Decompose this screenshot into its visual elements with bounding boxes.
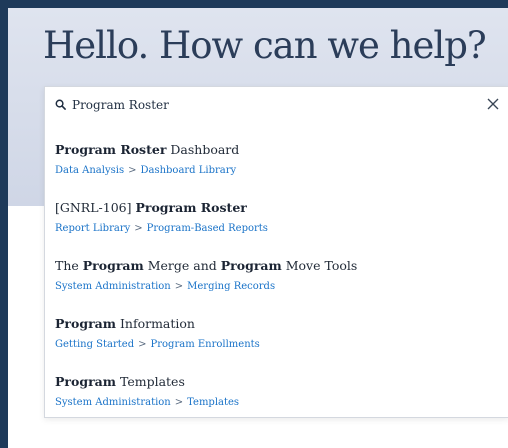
breadcrumb-link[interactable]: Program-Based Reports bbox=[147, 223, 268, 234]
result-title-text: [GNRL-106] bbox=[55, 200, 136, 215]
result-breadcrumb: System Administration > Templates bbox=[55, 397, 498, 408]
result-title[interactable]: [GNRL-106] Program Roster bbox=[55, 199, 498, 217]
search-result-item[interactable]: Program Templates System Administration > T… bbox=[55, 373, 498, 431]
search-result-item[interactable]: The Program Merge and Program Move Tools… bbox=[55, 257, 498, 315]
close-icon[interactable] bbox=[486, 97, 500, 111]
page-title: Hello. How can we help? bbox=[43, 24, 487, 67]
search-result-item[interactable]: [GNRL-106] Program Roster Report Library >… bbox=[55, 199, 498, 257]
page-frame: Hello. How can we help? Program Roster D… bbox=[8, 8, 508, 448]
result-breadcrumb: Getting Started > Program Enrollments bbox=[55, 339, 498, 350]
result-title-text: Templates bbox=[115, 374, 185, 389]
result-title-text: The bbox=[55, 258, 83, 273]
result-title[interactable]: Program Templates bbox=[55, 373, 498, 391]
breadcrumb-link[interactable]: Report Library bbox=[55, 223, 130, 234]
result-title[interactable]: Program Information bbox=[55, 315, 498, 333]
breadcrumb-separator: > bbox=[138, 339, 147, 350]
breadcrumb-separator: > bbox=[174, 281, 184, 292]
result-title-text: Merge and bbox=[143, 258, 221, 273]
search-results-list: Program Roster Dashboard Data Analysis > Da… bbox=[55, 141, 498, 431]
result-title[interactable]: Program Roster Dashboard bbox=[55, 141, 498, 159]
breadcrumb-link[interactable]: Getting Started bbox=[55, 339, 134, 350]
result-title[interactable]: The Program Merge and Program Move Tools bbox=[55, 257, 498, 275]
search-icon bbox=[55, 99, 66, 110]
breadcrumb-link[interactable]: Merging Records bbox=[187, 281, 275, 292]
breadcrumb-link[interactable]: Data Analysis bbox=[55, 165, 124, 176]
result-title-match: Program bbox=[220, 258, 282, 273]
result-title-match: Program bbox=[55, 374, 116, 389]
breadcrumb-link[interactable]: Templates bbox=[187, 397, 239, 408]
result-title-match: Program Roster bbox=[55, 142, 167, 157]
result-title-match: Program bbox=[55, 316, 116, 331]
search-bar bbox=[45, 87, 508, 124]
result-title-text: Move Tools bbox=[281, 258, 358, 273]
result-breadcrumb: System Administration > Merging Records bbox=[55, 281, 498, 292]
result-title-match: Program Roster bbox=[135, 200, 247, 215]
result-breadcrumb: Report Library > Program-Based Reports bbox=[55, 223, 498, 234]
search-result-item[interactable]: Program Roster Dashboard Data Analysis > Da… bbox=[55, 141, 498, 199]
result-title-text: Dashboard bbox=[166, 142, 240, 157]
result-title-text: Information bbox=[115, 316, 195, 331]
breadcrumb-link[interactable]: Dashboard Library bbox=[140, 165, 236, 176]
search-input[interactable] bbox=[72, 94, 452, 116]
breadcrumb-separator: > bbox=[128, 165, 137, 176]
search-panel: Program Roster DashboardData Analysis>Da… bbox=[44, 86, 508, 418]
breadcrumb-link[interactable]: System Administration bbox=[55, 397, 171, 408]
breadcrumb-link[interactable]: System Administration bbox=[55, 281, 171, 292]
result-breadcrumb: Data Analysis > Dashboard Library bbox=[55, 165, 498, 176]
breadcrumb-link[interactable]: Program Enrollments bbox=[151, 339, 260, 350]
breadcrumb-separator: > bbox=[134, 223, 143, 234]
breadcrumb-separator: > bbox=[174, 397, 184, 408]
search-result-item[interactable]: Program Information Getting Started > Progr… bbox=[55, 315, 498, 373]
result-title-match: Program bbox=[82, 258, 144, 273]
